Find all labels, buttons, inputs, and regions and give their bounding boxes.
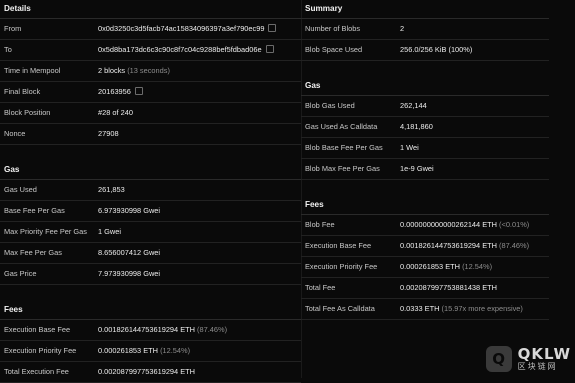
- row-label: Base Fee Per Gas: [4, 206, 65, 215]
- detail-row-to: To 0x5d8ba173dc6c3c90c8f7c04c9288bef5fdb…: [0, 40, 301, 61]
- blob-gas-row: Blob Base Fee Per Gas 1 Wei: [301, 138, 549, 159]
- row-value: 7.973930998 Gwei: [98, 269, 161, 278]
- gas-row: Gas Price 7.973930998 Gwei: [0, 264, 301, 285]
- blob-gas-row: Gas Used As Calldata 4,181,860: [301, 117, 549, 138]
- gas-row: Max Fee Per Gas 8.656007412 Gwei: [0, 243, 301, 264]
- gas-row: Gas Used 261,853: [0, 180, 301, 201]
- row-label: Blob Base Fee Per Gas: [305, 143, 383, 152]
- row-value: 0.001826144753619294 ETH (87.46%): [400, 241, 530, 250]
- row-label: Total Fee: [305, 283, 336, 292]
- detail-row-time-in-mempool: Time in Mempool 2 blocks (13 seconds): [0, 61, 301, 82]
- row-label: Final Block: [4, 87, 41, 96]
- summary-row: Number of Blobs 2: [301, 19, 549, 40]
- copy-icon[interactable]: [134, 87, 143, 96]
- row-value: 1 Gwei: [98, 227, 122, 236]
- row-label: Total Fee As Calldata: [305, 304, 375, 313]
- row-label: Blob Gas Used: [305, 101, 355, 110]
- row-label: Execution Base Fee: [305, 241, 372, 250]
- row-value: 2 blocks (13 seconds): [98, 66, 170, 75]
- row-value: 2: [400, 24, 405, 33]
- row-value: 262,144: [400, 101, 427, 110]
- row-label: Nonce: [4, 129, 26, 138]
- row-note: (12.54%): [462, 262, 493, 271]
- row-note: (13 seconds): [127, 66, 170, 75]
- row-value: 0.002087997753619294 ETH: [98, 367, 195, 376]
- row-note: (<0.01%): [499, 220, 530, 229]
- detail-row-from: From 0x0d3250c3d5facb74ac15834096397a3ef…: [0, 19, 301, 40]
- copy-icon[interactable]: [268, 24, 277, 33]
- detail-row-nonce: Nonce 27908: [0, 124, 301, 145]
- row-label: Block Position: [4, 108, 51, 117]
- fee-row: Execution Base Fee 0.001826144753619294 …: [0, 320, 301, 341]
- watermark: Q QKLW 区块链网: [485, 344, 571, 372]
- row-label: Max Fee Per Gas: [4, 248, 62, 257]
- blob-fee-row: Blob Fee 0.000000000000262144 ETH (<0.01…: [301, 215, 549, 236]
- blob-gas-row: Blob Max Fee Per Gas 1e-9 Gwei: [301, 159, 549, 180]
- blob-fee-row: Total Fee As Calldata 0.0333 ETH (15.97x…: [301, 299, 549, 320]
- row-value: 0.000261853 ETH (12.54%): [400, 262, 493, 271]
- copy-icon[interactable]: [265, 45, 274, 54]
- transaction-details-page: Details From 0x0d3250c3d5facb74ac1583409…: [0, 0, 575, 383]
- row-value: 256.0/256 KiB (100%): [400, 45, 473, 54]
- row-label: To: [4, 45, 12, 54]
- row-value: 261,853: [98, 185, 125, 194]
- fee-row: Execution Priority Fee 0.000261853 ETH (…: [0, 341, 301, 362]
- gas-section-title: Gas: [0, 161, 301, 180]
- watermark-text: QKLW 区块链网: [517, 344, 571, 371]
- row-note: (87.46%): [499, 241, 530, 250]
- row-label: Max Priority Fee Per Gas: [4, 227, 87, 236]
- row-label: Blob Max Fee Per Gas: [305, 164, 380, 173]
- row-value: 0.0333 ETH (15.97x more expensive): [400, 304, 523, 313]
- row-note: (15.97x more expensive): [441, 304, 523, 313]
- row-label: Execution Base Fee: [4, 325, 71, 334]
- blob-fee-row: Total Fee 0.002087997753881438 ETH: [301, 278, 549, 299]
- row-value: 4,181,860: [400, 122, 433, 131]
- blob-fee-row: Execution Base Fee 0.001826144753619294 …: [301, 236, 549, 257]
- from-address[interactable]: 0x0d3250c3d5facb74ac15834096397a3ef790ec…: [98, 19, 301, 39]
- row-label: Time in Mempool: [4, 66, 61, 75]
- gas-row: Max Priority Fee Per Gas 1 Gwei: [0, 222, 301, 243]
- fee-row: Total Execution Fee 0.002087997753619294…: [0, 362, 301, 383]
- details-section-title: Details: [0, 0, 301, 19]
- gas-row: Base Fee Per Gas 6.973930998 Gwei: [0, 201, 301, 222]
- row-value: 0.000261853 ETH (12.54%): [98, 346, 191, 355]
- row-value: 1e-9 Gwei: [400, 164, 434, 173]
- row-label: Gas Used As Calldata: [305, 122, 378, 131]
- row-value: 6.973930998 Gwei: [98, 206, 161, 215]
- row-value: 0.000000000000262144 ETH (<0.01%): [400, 220, 530, 229]
- row-label: Execution Priority Fee: [4, 346, 77, 355]
- row-label: Blob Fee: [305, 220, 335, 229]
- to-address[interactable]: 0x5d8ba173dc6c3c90c8f7c04c9288bef5fdbad0…: [98, 40, 301, 60]
- summary-row: Blob Space Used 256.0/256 KiB (100%): [301, 40, 549, 61]
- row-value: 0.002087997753881438 ETH: [400, 283, 497, 292]
- row-value: 8.656007412 Gwei: [98, 248, 161, 257]
- row-value: 27908: [98, 129, 119, 138]
- detail-row-final-block: Final Block 20163956: [0, 82, 301, 103]
- row-label: Total Execution Fee: [4, 367, 69, 376]
- row-value: 1 Wei: [400, 143, 419, 152]
- blob-gas-row: Blob Gas Used 262,144: [301, 96, 549, 117]
- row-label: Execution Priority Fee: [305, 262, 378, 271]
- blob-gas-section-title: Gas: [301, 77, 549, 96]
- row-label: Blob Space Used: [305, 45, 363, 54]
- summary-section-title: Summary: [301, 0, 549, 19]
- detail-row-block-position: Block Position #28 of 240: [0, 103, 301, 124]
- watermark-logo-icon: Q: [485, 346, 512, 372]
- row-label: From: [4, 24, 22, 33]
- row-label: Gas Price: [4, 269, 37, 278]
- blob-fee-row: Execution Priority Fee 0.000261853 ETH (…: [301, 257, 549, 278]
- row-note: (12.54%): [160, 346, 191, 355]
- row-value: #28 of 240: [98, 108, 133, 117]
- row-label: Number of Blobs: [305, 24, 361, 33]
- left-column: Details From 0x0d3250c3d5facb74ac1583409…: [0, 0, 301, 383]
- row-label: Gas Used: [4, 185, 37, 194]
- row-value: 0.001826144753619294 ETH (87.46%): [98, 325, 228, 334]
- blob-fees-section-title: Fees: [301, 196, 549, 215]
- row-note: (87.46%): [197, 325, 228, 334]
- right-column: Summary Number of Blobs 2 Blob Space Use…: [301, 0, 549, 320]
- fees-section-title: Fees: [0, 301, 301, 320]
- final-block-link[interactable]: 20163956: [98, 82, 301, 102]
